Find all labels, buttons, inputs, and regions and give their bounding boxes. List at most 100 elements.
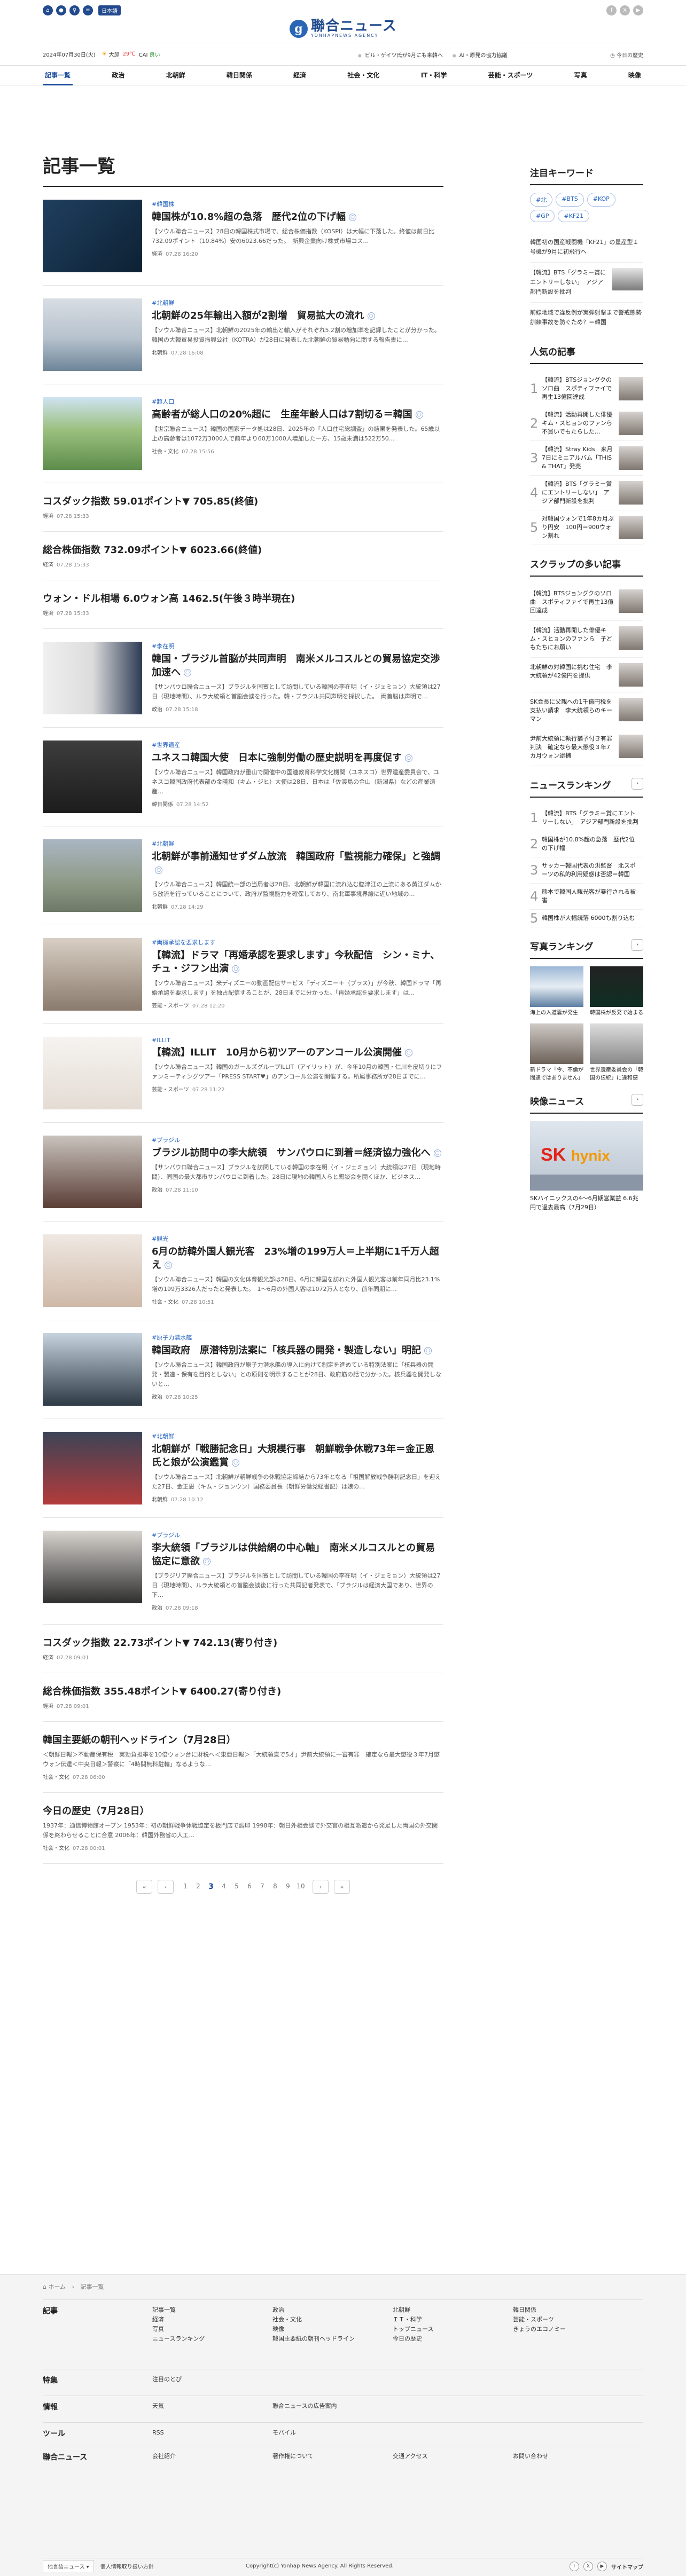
scrap-text[interactable]: 北朝鮮の対韓国に挑む住宅 李大統領が42億円を提供	[530, 663, 614, 687]
article-section[interactable]: 北朝鮮	[152, 1497, 168, 1503]
photo-item[interactable]: 海上の入道雲が発生	[530, 966, 583, 1017]
news-ranking-item[interactable]: 4 熊本で韓国人観光客が暴行される被害	[530, 884, 643, 910]
article-title[interactable]: 韓国主要紙の朝刊ヘッドライン（7月28日）	[43, 1734, 443, 1747]
article-item[interactable]: 総合株価指数 355.48ポイント▼ 6400.27(寄り付き) 経済 07.28 …	[43, 1673, 443, 1722]
footer-link[interactable]: 天気	[152, 2401, 164, 2411]
article-thumbnail[interactable]	[43, 1234, 142, 1307]
scrap-thumbnail[interactable]	[619, 735, 643, 758]
photo-thumbnail[interactable]	[530, 966, 583, 1007]
keyword-tag[interactable]: #KF21	[558, 210, 590, 222]
article-section[interactable]: 経済	[152, 251, 162, 257]
article-thumbnail[interactable]	[43, 1531, 142, 1603]
article-category[interactable]: #世界遺産	[152, 740, 443, 749]
rank-text[interactable]: 韓国株が10.8%超の急落 歴代2位の下げ幅	[542, 836, 643, 853]
popular-item[interactable]: 5 対韓国ウォンで1年8カ月ぶり円安 100円＝900ウォン割れ	[530, 510, 643, 545]
article-item[interactable]: #北朝鮮 北朝鮮が「戦勝記念日」大規模行事 朝鮮戦争休戦73年＝金正恩氏と娘が公演…	[43, 1419, 443, 1518]
keyword-tag[interactable]: #KOP	[587, 193, 615, 207]
article-title-text[interactable]: 北朝鮮が「戦勝記念日」大規模行事 朝鮮戦争休戦73年＝金正恩氏と娘が公演鑑賞	[152, 1444, 434, 1468]
article-item[interactable]: #北朝鮮 北朝鮮が事前通知せずダム放流 韓国政府「監視能力確保」と強調 ○ 【ソウル聯…	[43, 826, 443, 925]
footer-link[interactable]: 記事一覧	[152, 2305, 205, 2315]
rank-thumbnail[interactable]	[619, 377, 643, 400]
keyword-article-thumbnail[interactable]	[612, 268, 643, 290]
rank-text[interactable]: サッカー韓国代表の洪監督 北スポーツの私的利用疑惑は否認＝韓国	[542, 862, 643, 879]
article-title[interactable]: 北朝鮮の25年輸出入額が2割増 貿易拡大の流れ ○	[152, 309, 443, 322]
footer-link[interactable]: 著作権について	[272, 2452, 314, 2461]
article-section[interactable]: 経済	[43, 611, 53, 617]
article-title[interactable]: 総合株価指数 732.09ポイント▼ 6023.66(終値)	[43, 543, 443, 557]
keyword-article[interactable]: 韓国初の国産戦闘機「KF21」の量産型１号機が9月に初飛行へ	[530, 232, 643, 262]
article-title-text[interactable]: 韓国株が10.8%超の急落 歴代2位の下げ幅	[152, 211, 346, 223]
article-title[interactable]: 韓国株が10.8%超の急落 歴代2位の下げ幅 ○	[152, 210, 443, 224]
article-item[interactable]: #北朝鮮 北朝鮮の25年輸出入額が2割増 貿易拡大の流れ ○ 【ソウル聯合ニュース】北…	[43, 286, 443, 384]
scrap-item[interactable]: SK会長に父親への1千億円税を支払い請求 李大統領らのキーマン	[530, 692, 643, 729]
scrap-thumbnail[interactable]	[619, 698, 643, 721]
rank-text[interactable]: 熊本で韓国人観光客が暴行される被害	[542, 888, 643, 905]
article-item[interactable]: #韓国株 韓国株が10.8%超の急落 歴代2位の下げ幅 ○ 【ソウル聯合ニュース】28…	[43, 187, 443, 286]
bookmark-icon[interactable]: ○	[165, 1262, 172, 1269]
article-item[interactable]: #ILLIT 【韓流】ILLIT 10月から初ツアーのアンコール公演開催 ○ 【ソウル…	[43, 1024, 443, 1123]
article-title[interactable]: ユネスコ韓国大使 日本に強制労働の歴史説明を再度促す ○	[152, 751, 443, 765]
rank-text[interactable]: 【韓流】BTSジョングクのソロ曲 スポティファイで再生13億回達成	[542, 376, 619, 401]
last-page-button[interactable]: »	[334, 1880, 350, 1894]
news-ranking-item[interactable]: 2 韓国株が10.8%超の急落 歴代2位の下げ幅	[530, 831, 643, 857]
photo-item[interactable]: 新ドラマ「今、不倫が間違ではありません」	[530, 1023, 583, 1082]
video-thumbnail[interactable]: SK hynix	[530, 1121, 643, 1191]
footer-link[interactable]: 社会・文化	[272, 2315, 355, 2325]
scrap-item[interactable]: 【韓流】活動再開した俳優キム・スヒョンのファンら 子どもたちにお願い	[530, 621, 643, 658]
home-icon[interactable]: ⌂	[43, 2283, 48, 2290]
footer-link[interactable]: 交通アクセス	[393, 2452, 427, 2461]
scrap-item[interactable]: 【韓流】BTSジョングクのソロ曲 スポティファイで再生13億回達成	[530, 584, 643, 621]
article-title-text[interactable]: 【韓流】ドラマ「再婚承認を要求します」今秋配信 シン・ミナ、チュ・ジフン出演	[152, 950, 440, 974]
article-item[interactable]: 今日の歴史（7月28日） 1937年：通信博物館オープン 1953年：初の朝鮮戦争…	[43, 1793, 443, 1864]
photo-thumbnail[interactable]	[590, 966, 643, 1007]
photo-item[interactable]: 韓国株が反発で始まる	[590, 966, 643, 1017]
article-category[interactable]: #北朝鮮	[152, 298, 443, 307]
scrap-item[interactable]: 尹前大統領に執行猶予付き有罪判決 確定なら最大懲役３年7カ月ウォン逮捕	[530, 729, 643, 766]
article-section[interactable]: 政治	[152, 1605, 162, 1611]
article-section[interactable]: 社会・文化	[152, 1299, 178, 1305]
next-page-button[interactable]: ›	[313, 1880, 329, 1894]
article-item[interactable]: #両機承認を要求します 【韓流】ドラマ「再婚承認を要求します」今秋配信 シン・ミナ…	[43, 925, 443, 1024]
article-title[interactable]: 韓国政府 原潜特別法案に「核兵器の開発・製造しない」明記 ○	[152, 1344, 443, 1357]
keyword-tag[interactable]: #GP	[530, 210, 555, 222]
photo-item[interactable]: 世界遺産委員会の「韓国の伝統」に違和感	[590, 1023, 643, 1082]
article-item[interactable]: #ブラジル 李大統領「ブラジルは供給網の中心軸」 南米メルコスルとの貿易協定に意欲…	[43, 1518, 443, 1625]
page-number[interactable]: 7	[256, 1882, 269, 1891]
footer-link[interactable]: 映像	[272, 2325, 355, 2334]
footer-link[interactable]: 芸能・スポーツ	[513, 2315, 566, 2325]
popular-item[interactable]: 2 【韓流】活動再開した俳優キム・スヒョンのファンら 不買いでもたらした…	[530, 406, 643, 441]
rank-text[interactable]: 【韓流】BTS「グラミー賞にエントリーしない」 アジア部門新設を批判	[542, 809, 643, 826]
news-ranking-item[interactable]: 5 韓国株が大幅続落 6000も割り込む	[530, 910, 643, 927]
article-thumbnail[interactable]	[43, 1333, 142, 1406]
photo-thumbnail[interactable]	[590, 1023, 643, 1064]
bookmark-icon[interactable]: ○	[232, 1459, 239, 1467]
article-section[interactable]: 芸能・スポーツ	[152, 1087, 189, 1093]
rank-thumbnail[interactable]	[619, 446, 643, 470]
article-section[interactable]: 社会・文化	[152, 449, 178, 455]
article-section[interactable]: 政治	[152, 707, 162, 713]
article-item[interactable]: 総合株価指数 732.09ポイント▼ 6023.66(終値) 経済 07.28 15…	[43, 532, 443, 580]
x-icon[interactable]: X	[583, 2562, 593, 2571]
article-title[interactable]: 北朝鮮が「戦勝記念日」大規模行事 朝鮮戦争休戦73年＝金正恩氏と娘が公演鑑賞 ○	[152, 1443, 443, 1469]
article-title-text[interactable]: 韓国政府 原潜特別法案に「核兵器の開発・製造しない」明記	[152, 1345, 421, 1356]
page-number[interactable]: 4	[217, 1882, 230, 1891]
bookmark-icon[interactable]: ○	[184, 669, 191, 676]
footer-link[interactable]: トップニュース	[393, 2325, 433, 2334]
article-category[interactable]: #韓国株	[152, 200, 443, 208]
photo-caption[interactable]: 新ドラマ「今、不倫が間違ではありません」	[530, 1066, 583, 1082]
article-title-text[interactable]: 北朝鮮が事前通知せずダム放流 韓国政府「監視能力確保」と強調	[152, 851, 440, 862]
article-thumbnail[interactable]	[43, 1136, 142, 1208]
photo-caption[interactable]: 韓国株が反発で始まる	[590, 1009, 643, 1017]
photo-caption[interactable]: 海上の入道雲が発生	[530, 1009, 583, 1017]
keyword-article-text[interactable]: 【韓流】BTS「グラミー賞にエントリーしない」 アジア部門新設を批判	[530, 268, 607, 297]
bookmark-icon[interactable]: ○	[348, 214, 356, 221]
scrap-item[interactable]: 北朝鮮の対韓国に挑む住宅 李大統領が42億円を提供	[530, 658, 643, 692]
article-section[interactable]: 社会・文化	[43, 1846, 69, 1852]
article-item[interactable]: 韓国主要紙の朝刊ヘッドライン（7月28日） ＜朝鮮日報＞不動産保有税 実効負担率を…	[43, 1722, 443, 1793]
rank-text[interactable]: 【韓流】活動再開した俳優キム・スヒョンのファンら 不買いでもたらした…	[542, 411, 619, 436]
next-arrow-icon[interactable]: ›	[632, 1094, 643, 1106]
article-title[interactable]: 高齢者が総人口の20%超に 生産年齢人口は7割切る＝韓国 ○	[152, 408, 443, 421]
footer-link[interactable]: 写真	[152, 2325, 205, 2334]
scrap-thumbnail[interactable]	[619, 589, 643, 613]
rank-text[interactable]: 【韓流】BTS「グラミー賞にエントリーしない」 アジア部門新設を批判	[542, 480, 619, 506]
